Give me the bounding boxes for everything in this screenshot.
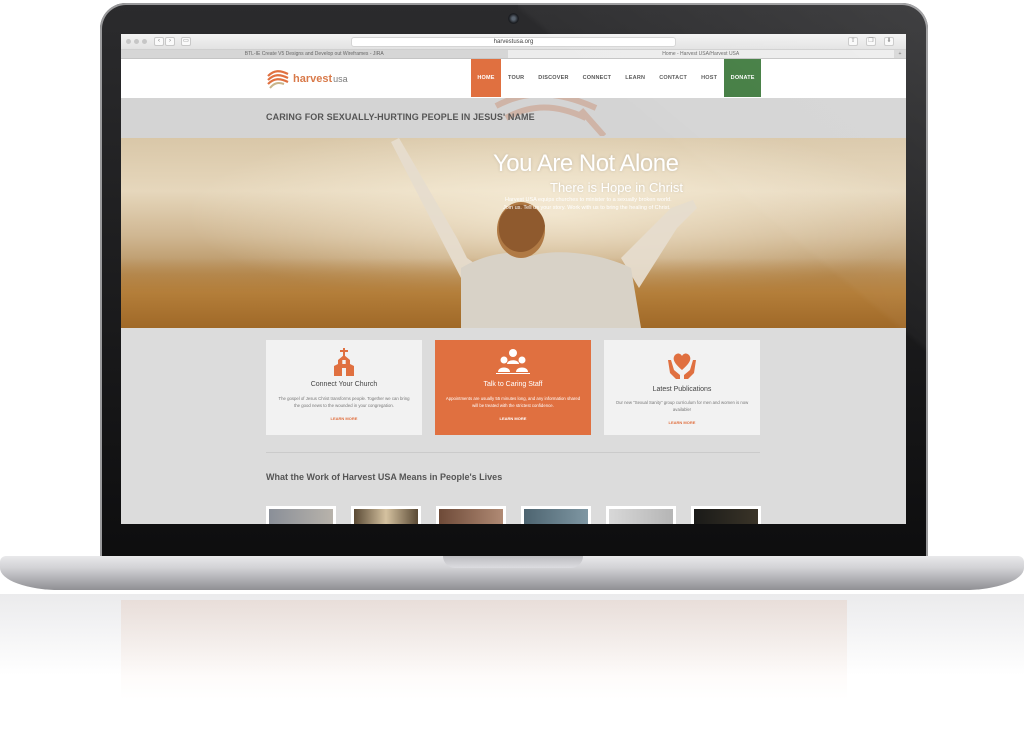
video-thumbnail[interactable] — [436, 506, 506, 524]
tagline: CARING FOR SEXUALLY-HURTING PEOPLE IN JE… — [266, 112, 535, 122]
site-header: harvest usa HOME TOUR DISCOVER CONNECT L… — [121, 59, 906, 98]
feature-cards: Connect Your Church The gospel of Jesus … — [266, 340, 760, 435]
nav-home[interactable]: HOME — [471, 59, 501, 97]
nav-learn[interactable]: LEARN — [618, 59, 652, 97]
card-title: Talk to Caring Staff — [483, 381, 543, 388]
video-thumbnail[interactable] — [521, 506, 591, 524]
card-connect-church[interactable]: Connect Your Church The gospel of Jesus … — [266, 340, 422, 435]
hero-copy-line-1: Harvest USA equips churches to minister … — [505, 197, 672, 203]
new-tab-icon[interactable]: + — [894, 50, 906, 58]
tabs-overview-icon[interactable]: ❐ — [866, 37, 876, 46]
laptop-screen: ‹ › ▭ harvestusa.org ⇧ ❐ ⬇ BTL-IE Create… — [121, 34, 906, 524]
logo-mark-icon — [267, 70, 289, 89]
logo-text: harvest — [293, 73, 333, 85]
card-text: The gospel of Jesus Christ transforms pe… — [278, 396, 410, 408]
card-text: Our new "Sexual Sanity" group curriculum… — [615, 400, 749, 412]
tab-harvest-usa[interactable]: Home - Harvest USA/Harvest USA — [507, 50, 894, 58]
section-title: What the Work of Harvest USA Means in Pe… — [266, 472, 503, 482]
nav-tour[interactable]: TOUR — [501, 59, 531, 97]
hero-subtitle: There is Hope in Christ — [550, 180, 683, 195]
screen-reflection — [121, 600, 847, 742]
card-title: Latest Publications — [652, 386, 712, 393]
card-text: Appointments are usually 55 minutes long… — [445, 396, 581, 408]
nav-donate-button[interactable]: DONATE — [724, 59, 762, 97]
heart-hands-icon — [604, 348, 760, 379]
back-button[interactable]: ‹ — [154, 37, 164, 46]
window-controls — [126, 39, 147, 44]
logo[interactable]: harvest usa — [266, 67, 348, 91]
church-icon — [266, 348, 422, 376]
video-thumbnail[interactable] — [266, 506, 336, 524]
main-nav: HOME TOUR DISCOVER CONNECT LEARN CONTACT… — [471, 59, 762, 97]
url-bar[interactable]: harvestusa.org — [351, 37, 676, 47]
card-latest-publications[interactable]: Latest Publications Our new "Sexual Sani… — [604, 340, 760, 435]
nav-contact[interactable]: CONTACT — [652, 59, 694, 97]
nav-discover[interactable]: DISCOVER — [531, 59, 575, 97]
video-thumbnail[interactable] — [351, 506, 421, 524]
card-title: Connect Your Church — [310, 381, 378, 388]
hero-title: You Are Not Alone — [493, 150, 679, 177]
stage: ‹ › ▭ harvestusa.org ⇧ ❐ ⬇ BTL-IE Create… — [0, 0, 1024, 742]
zoom-window-icon[interactable] — [142, 39, 147, 44]
section-divider — [266, 452, 760, 453]
nav-connect[interactable]: CONNECT — [576, 59, 619, 97]
downloads-icon[interactable]: ⬇ — [884, 37, 894, 46]
video-thumbnails — [266, 506, 761, 524]
laptop-notch — [443, 556, 583, 568]
forward-button[interactable]: › — [165, 37, 175, 46]
url-text: harvestusa.org — [493, 39, 534, 45]
learn-more-link[interactable]: LEARN MORE — [604, 420, 760, 425]
logo-suffix: usa — [333, 74, 348, 84]
camera-icon — [508, 13, 519, 24]
hero-banner: You Are Not Alone There is Hope in Chris… — [121, 138, 906, 328]
browser-toolbar: ‹ › ▭ harvestusa.org ⇧ ❐ ⬇ — [121, 34, 906, 50]
learn-more-link[interactable]: LEARN MORE — [435, 416, 591, 421]
nav-host[interactable]: HOST — [694, 59, 724, 97]
video-thumbnail[interactable] — [691, 506, 761, 524]
tagline-band: CARING FOR SEXUALLY-HURTING PEOPLE IN JE… — [121, 98, 906, 138]
learn-more-link[interactable]: LEARN MORE — [266, 416, 422, 421]
card-talk-to-staff[interactable]: Talk to Caring Staff Appointments are us… — [435, 340, 591, 435]
tab-jira[interactable]: BTL-IE Create V5 Designs and Develop out… — [121, 50, 508, 58]
close-window-icon[interactable] — [126, 39, 131, 44]
hero-copy-line-2: Join us. Tell us your story. Work with u… — [503, 205, 671, 211]
minimize-window-icon[interactable] — [134, 39, 139, 44]
share-icon[interactable]: ⇧ — [848, 37, 858, 46]
video-thumbnail[interactable] — [606, 506, 676, 524]
sidebar-toggle-icon[interactable]: ▭ — [181, 37, 191, 46]
people-icon — [435, 348, 591, 376]
browser-tabs: BTL-IE Create V5 Designs and Develop out… — [121, 50, 906, 59]
